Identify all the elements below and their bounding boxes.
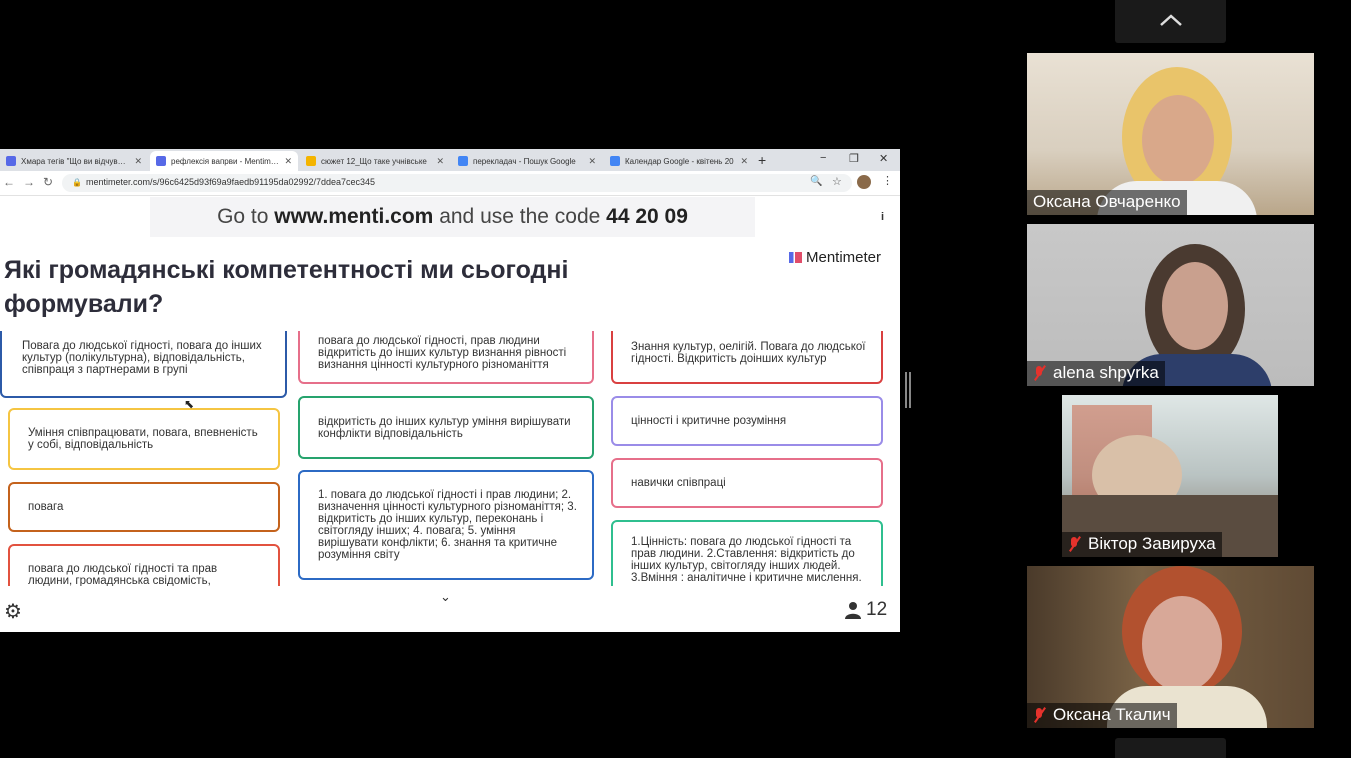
browser-tab[interactable]: сюжет 12_Що таке учнівське ✕ [300,151,450,171]
voting-code: 44 20 09 [606,205,688,228]
bookmark-star-icon[interactable]: ☆ [832,175,842,188]
response-text: 1. повага до людської гідності і прав лю… [318,489,577,561]
gallery-scroll-button[interactable] [1115,738,1226,758]
profile-avatar[interactable] [857,175,871,189]
new-tab-button[interactable]: + [758,152,766,168]
google-icon [458,156,468,166]
participant-video-tile[interactable]: Оксана Ткалич [1027,566,1314,728]
response-text: повага [28,501,64,513]
menti-site: www.menti.com [274,205,434,228]
mentimeter-icon [156,156,166,166]
shared-screen: Хмара тегів "Що ви відчували ✕ рефлексія… [0,149,900,632]
mouse-cursor: ⬉ [184,397,195,411]
muted-mic-icon [1033,365,1045,381]
response-card: повага [8,482,280,532]
participant-video-tile[interactable]: alena shpyrka [1027,224,1314,386]
response-text: 1.Цінність: повага до людської гідності … [631,536,862,584]
responses-grid: Повага до людської гідності, повага до і… [0,331,900,586]
reload-icon[interactable]: ↻ [43,175,53,189]
browser-tab-bar: Хмара тегів "Що ви відчували ✕ рефлексія… [0,149,900,171]
participant-name-label: Оксана Овчаренко [1027,190,1187,215]
participant-name: Віктор Завируха [1088,534,1216,553]
mentimeter-logo-icon [789,252,802,263]
response-text: повага до людської гідності та прав люди… [28,563,218,586]
participant-face [1162,262,1228,350]
tab-label: рефлексія вапрви - Mentimeter [171,156,280,166]
participant-count-value: 12 [866,599,888,620]
banner-middle: and use the code [433,205,607,228]
browser-tab[interactable]: перекладач - Пошук Google ✕ [452,151,602,171]
tab-label: Хмара тегів "Що ви відчували [21,156,130,166]
logo-text: Mentimeter [806,249,882,266]
join-instructions: Go to www.menti.com and use the code 44 … [150,205,755,229]
close-window-button[interactable]: ✕ [879,152,888,165]
close-icon[interactable]: ✕ [284,156,292,167]
collapse-gallery-button[interactable] [1115,0,1226,43]
tab-label: Календар Google - квітень 20 [625,156,734,166]
browser-tab-active[interactable]: рефлексія вапрви - Mentimeter ✕ [150,151,298,171]
response-card: Знання культур, оелігій. Повага до людсь… [611,331,883,384]
response-text: Уміння співпрацювати, повага, впевненіст… [28,427,258,451]
response-text: Повага до людської гідності, повага до і… [22,339,262,376]
calendar-icon [610,156,620,166]
response-card: повага до людської гідності, прав людини… [298,331,594,384]
participant-video-tile[interactable]: Віктор Завируха [1062,395,1278,557]
participant-name-label: alena shpyrka [1027,361,1165,386]
close-icon[interactable]: ✕ [588,156,596,167]
response-card: цінності і критичне розуміння [611,396,883,446]
chevron-up-icon [1159,14,1182,26]
response-card: повага до людської гідності та прав люди… [8,544,280,586]
response-card: Повага до людської гідності, повага до і… [0,331,287,398]
forward-icon[interactable]: → [23,175,35,189]
close-icon[interactable]: ✕ [436,156,444,167]
response-card: Уміння співпрацювати, повага, впевненіст… [8,408,280,470]
response-card: навички співпраці [611,458,883,508]
tab-label: перекладач - Пошук Google [473,156,576,166]
close-icon[interactable]: ✕ [134,156,142,167]
settings-gear-icon[interactable]: ⚙ [4,599,22,624]
participant-name-label: Віктор Завируха [1062,532,1222,557]
join-banner: Go to www.menti.com and use the code 44 … [150,197,755,237]
maximize-button[interactable]: ❐ [849,152,859,165]
question-title: Які громадянські компетентності ми сього… [4,256,569,318]
zoom-icon[interactable]: 🔍 [810,176,822,187]
participant-name-label: Оксана Ткалич [1027,703,1177,728]
participant-face [1142,596,1222,692]
response-card: 1.Цінність: повага до людської гідності … [611,520,883,586]
lock-icon: 🔒 [72,178,82,187]
response-text: повага до людської гідності, прав людини… [318,334,567,371]
response-text: цінності і критичне розуміння [631,415,787,427]
response-text: відкритість до інших культур уміння вирі… [318,415,571,440]
mentimeter-icon [6,156,16,166]
address-bar-row: ← → ↻ 🔒 mentimeter.com/s/96c6425d93f69a9… [0,171,900,196]
back-icon[interactable]: ← [3,175,15,189]
person-icon [845,602,861,619]
participant-face [1142,95,1214,185]
participant-name: Оксана Овчаренко [1033,192,1181,211]
muted-mic-icon [1068,536,1080,552]
google-drive-icon [306,156,316,166]
participant-count: 12 [844,599,887,621]
response-text: навички співпраці [631,477,726,489]
response-text: Знання культур, оелігій. Повага до людсь… [631,340,866,365]
browser-menu-icon[interactable]: ⋮ [882,174,893,187]
tab-label: сюжет 12_Що таке учнівське [321,156,427,166]
banner-prefix: Go to [217,205,275,228]
response-card: відкритість до інших культур уміння вирі… [298,396,594,459]
browser-tab[interactable]: Хмара тегів "Що ви відчували ✕ [0,151,148,171]
participant-name: Оксана Ткалич [1053,705,1171,724]
panel-resize-handle[interactable] [905,372,911,408]
response-card: 1. повага до людської гідності і прав лю… [298,470,594,580]
minimize-button[interactable]: − [820,152,826,164]
participant-video-tile[interactable]: Оксана Овчаренко [1027,53,1314,215]
muted-mic-icon [1033,707,1045,723]
close-icon[interactable]: ✕ [740,156,748,167]
url-text: mentimeter.com/s/96c6425d93f69a9faedb911… [86,177,376,187]
scroll-down-chevron-icon[interactable]: ⌄ [440,589,451,605]
participant-name: alena shpyrka [1053,363,1159,382]
info-icon[interactable]: i [881,211,884,223]
url-field[interactable]: 🔒 mentimeter.com/s/96c6425d93f69a9faedb9… [62,174,852,192]
browser-tab[interactable]: Календар Google - квітень 20 ✕ [604,151,754,171]
mentimeter-logo: Mentimeter [789,249,881,266]
